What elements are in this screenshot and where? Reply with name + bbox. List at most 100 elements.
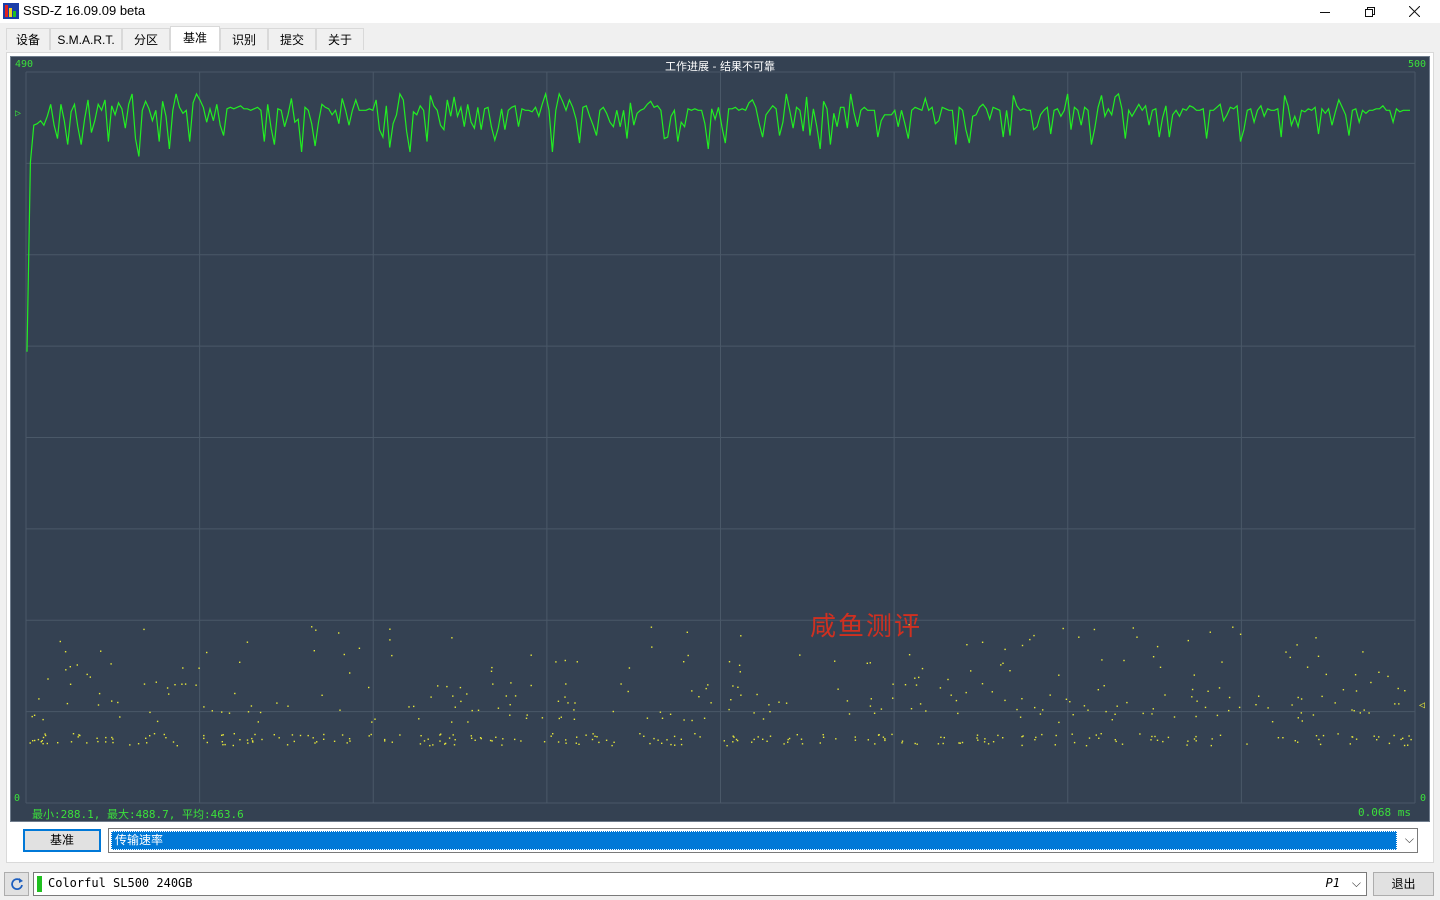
latency-dot — [156, 720, 159, 723]
latency-dot — [1271, 721, 1274, 723]
latency-dot — [321, 694, 323, 696]
latency-dot — [694, 733, 696, 735]
latency-dot — [168, 693, 170, 695]
latency-dot — [110, 663, 112, 665]
latency-dot — [34, 739, 36, 742]
latency-dot — [1069, 701, 1071, 703]
latency-dot — [278, 737, 280, 739]
latency-dot — [86, 673, 88, 676]
latency-dot — [1195, 740, 1197, 742]
latency-dot — [501, 744, 503, 746]
latency-dot — [723, 740, 725, 742]
latency-dot — [735, 738, 738, 741]
latency-dot — [1196, 700, 1198, 702]
latency-dot — [181, 683, 183, 685]
latency-dot — [564, 696, 566, 698]
latency-dot — [651, 646, 653, 648]
latency-dot — [46, 742, 48, 745]
latency-dot — [955, 699, 958, 702]
latency-dot — [1034, 706, 1036, 709]
drive-port: P1 — [1325, 876, 1340, 890]
metric-select[interactable]: 传输速率 ⌵ — [108, 828, 1418, 853]
latency-dot — [1071, 733, 1073, 735]
latency-dot — [596, 736, 598, 738]
latency-dot — [89, 676, 91, 678]
latency-dot — [1337, 733, 1339, 735]
latency-dot — [705, 687, 707, 690]
tab-partition[interactable]: 分区 — [122, 28, 170, 50]
latency-dot — [726, 745, 728, 747]
latency-dot — [892, 697, 894, 699]
latency-dot — [1054, 744, 1056, 746]
minimize-button[interactable] — [1302, 0, 1347, 23]
tab-about[interactable]: 关于 — [316, 28, 364, 50]
latency-dot — [1232, 626, 1234, 628]
latency-dot — [1317, 655, 1320, 657]
close-button[interactable] — [1392, 0, 1437, 23]
tab-submit[interactable]: 提交 — [268, 28, 316, 50]
latency-dot — [1398, 703, 1400, 705]
latency-dot — [526, 714, 528, 716]
latency-dot — [627, 690, 629, 693]
latency-dot — [1055, 734, 1057, 737]
latency-dot — [870, 698, 872, 700]
tab-smart[interactable]: S.M.A.R.T. — [50, 28, 122, 50]
latency-dot — [1315, 637, 1317, 639]
latency-dot — [613, 741, 615, 743]
latency-dot — [1004, 648, 1006, 651]
latency-dot — [323, 733, 325, 736]
latency-dot — [184, 683, 187, 685]
tab-benchmark[interactable]: 基准 — [170, 26, 220, 51]
latency-dot — [1349, 743, 1351, 745]
latency-dot — [686, 631, 688, 633]
tab-identify[interactable]: 识别 — [220, 28, 268, 50]
latency-dot — [490, 670, 493, 672]
refresh-button[interactable] — [4, 872, 29, 896]
latency-dot — [346, 742, 348, 744]
drive-select[interactable]: Colorful SL500 240GB P1 ⌵ — [33, 872, 1367, 896]
latency-dot — [451, 721, 453, 723]
y-min-right-label: 0 — [1419, 793, 1426, 804]
latency-dot — [247, 711, 250, 713]
latency-dot — [391, 741, 393, 743]
latency-dot — [221, 741, 223, 743]
latency-dot — [882, 736, 885, 738]
latency-dot — [1378, 736, 1380, 738]
latency-dot — [1267, 707, 1269, 709]
restore-button[interactable] — [1347, 0, 1392, 23]
latency-dot — [1370, 681, 1372, 684]
latency-dot — [429, 744, 431, 747]
latency-dot — [670, 743, 672, 746]
latency-dot — [1291, 704, 1293, 706]
latency-dot — [254, 733, 256, 736]
latency-dot — [740, 694, 742, 696]
latency-dot — [1394, 703, 1396, 705]
latency-dot — [680, 738, 682, 740]
latency-dot — [1002, 662, 1004, 664]
latency-dot — [454, 706, 456, 708]
latency-dot — [1300, 712, 1302, 714]
run-benchmark-button[interactable]: 基准 — [23, 829, 101, 852]
latency-dot — [628, 667, 631, 669]
tab-device[interactable]: 设备 — [6, 28, 50, 50]
latency-dot — [1098, 737, 1100, 739]
exit-button[interactable]: 退出 — [1373, 872, 1434, 896]
latency-dot — [612, 710, 614, 713]
latency-dot — [112, 741, 114, 744]
latency-dot — [710, 702, 712, 704]
latency-dot — [276, 702, 278, 704]
close-icon — [1409, 6, 1420, 17]
latency-dot — [224, 743, 226, 746]
latency-dot — [605, 739, 608, 741]
latency-dot — [430, 696, 432, 698]
latency-dot — [72, 733, 75, 735]
watermark-text: 咸鱼测评 — [810, 612, 923, 642]
latency-dot — [753, 712, 755, 714]
latency-dot — [837, 688, 839, 690]
latency-dot — [987, 743, 990, 745]
latency-dot — [762, 718, 765, 720]
latency-dot — [1312, 714, 1315, 716]
latency-dot — [452, 734, 454, 736]
latency-dot — [1362, 651, 1364, 653]
latency-dot — [925, 710, 927, 712]
